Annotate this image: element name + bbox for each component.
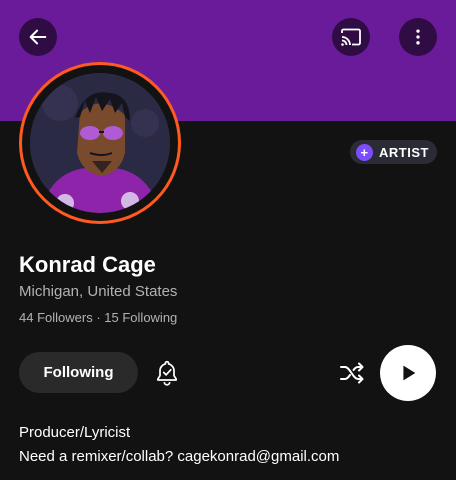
play-icon xyxy=(403,365,416,381)
bell-check-icon[interactable] xyxy=(154,359,180,387)
shuffle-icon[interactable] xyxy=(338,360,366,386)
profile-stats: 44 Followers · 15 Following xyxy=(19,310,177,325)
artist-badge-label: ARTIST xyxy=(379,144,429,160)
following-button[interactable]: Following xyxy=(19,352,138,393)
profile-name: Konrad Cage xyxy=(19,252,156,277)
arrow-left-icon xyxy=(29,29,47,45)
more-vertical-icon xyxy=(416,29,420,45)
bio-line-2: Need a remixer/collab? cagekonrad@gmail.… xyxy=(19,448,340,465)
following-link[interactable]: 15 Following xyxy=(104,310,177,325)
bio-line-1: Producer/Lyricist xyxy=(19,424,131,441)
profile-location: Michigan, United States xyxy=(19,283,178,300)
back-button[interactable] xyxy=(19,18,57,56)
plus-icon: + xyxy=(356,143,373,161)
more-options-button[interactable] xyxy=(399,18,437,56)
cast-icon xyxy=(341,28,361,46)
artist-badge: + ARTIST xyxy=(350,140,437,164)
play-button[interactable] xyxy=(380,345,436,401)
avatar-ring[interactable] xyxy=(19,62,181,224)
followers-link[interactable]: 44 Followers xyxy=(19,310,93,325)
profile-bio: Producer/Lyricist Need a remixer/collab?… xyxy=(19,421,339,469)
cast-button[interactable] xyxy=(332,18,370,56)
avatar xyxy=(30,73,170,213)
stats-separator: · xyxy=(96,310,101,325)
